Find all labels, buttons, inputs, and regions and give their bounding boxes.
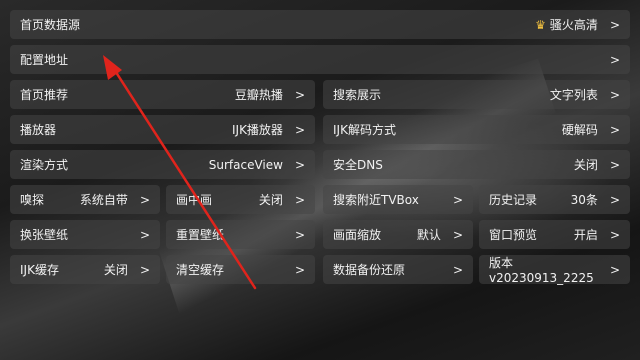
chevron-right-icon: > xyxy=(294,157,305,172)
chevron-right-icon: > xyxy=(452,262,463,277)
setting-value: 文字列表 xyxy=(549,88,598,102)
setting-ijk-cache[interactable]: IJK缓存 关闭 > xyxy=(10,255,160,284)
setting-label: 数据备份还原 xyxy=(333,263,406,277)
chevron-right-icon: > xyxy=(609,122,620,137)
setting-label: 换张壁纸 xyxy=(20,228,69,242)
setting-value-wrap: 系统自带 > xyxy=(80,191,150,208)
setting-change-wallpaper[interactable]: 换张壁纸 > xyxy=(10,220,160,249)
setting-label: 重置壁纸 xyxy=(176,228,225,242)
setting-value: 默认 xyxy=(416,228,441,242)
setting-label: IJK解码方式 xyxy=(333,123,396,137)
setting-label: 首页推荐 xyxy=(20,88,69,102)
chevron-right-icon: > xyxy=(609,227,620,242)
chevron-right-icon: > xyxy=(294,192,305,207)
setting-label: 画中画 xyxy=(176,193,213,207)
setting-label: 历史记录 xyxy=(489,193,538,207)
setting-value-wrap: 默认 > xyxy=(417,226,463,243)
chevron-right-icon: > xyxy=(609,262,620,277)
setting-label: 版本v20230913_2225 xyxy=(489,256,594,285)
setting-data-backup-restore[interactable]: 数据备份还原 > xyxy=(323,255,473,284)
setting-history[interactable]: 历史记录 30条 > xyxy=(479,185,630,214)
chevron-right-icon: > xyxy=(452,192,463,207)
setting-value: 硬解码 xyxy=(561,123,598,137)
setting-value-wrap: > xyxy=(598,263,620,277)
setting-label: 播放器 xyxy=(20,123,57,137)
chevron-right-icon: > xyxy=(294,262,305,277)
setting-home-source[interactable]: 首页数据源 ♛ 骚火高清 > xyxy=(10,10,630,39)
setting-label: 首页数据源 xyxy=(20,18,81,32)
chevron-right-icon: > xyxy=(452,227,463,242)
chevron-right-icon: > xyxy=(609,17,620,32)
setting-value-wrap: 关闭 > xyxy=(104,261,150,278)
chevron-right-icon: > xyxy=(139,262,150,277)
setting-value: IJK播放器 xyxy=(231,123,283,137)
setting-value: 骚火高清 xyxy=(549,18,598,32)
setting-config-address[interactable]: 配置地址 > xyxy=(10,45,630,74)
setting-value-wrap: > xyxy=(128,228,150,242)
chevron-right-icon: > xyxy=(139,192,150,207)
setting-label: 安全DNS xyxy=(333,158,383,172)
setting-value-wrap: > xyxy=(283,263,305,277)
crown-icon: ♛ xyxy=(535,17,546,32)
setting-ijk-decode[interactable]: IJK解码方式 硬解码 > xyxy=(323,115,630,144)
setting-clear-cache[interactable]: 清空缓存 > xyxy=(166,255,315,284)
setting-search-display[interactable]: 搜索展示 文字列表 > xyxy=(323,80,630,109)
setting-value: SurfaceView xyxy=(208,157,283,172)
setting-value: 豆瓣热播 xyxy=(234,88,283,102)
setting-value: 系统自带 xyxy=(79,193,128,207)
setting-picture-scale[interactable]: 画面缩放 默认 > xyxy=(323,220,473,249)
setting-value: 关闭 xyxy=(103,263,128,277)
setting-player[interactable]: 播放器 IJK播放器 > xyxy=(10,115,315,144)
setting-value-wrap: > xyxy=(283,228,305,242)
chevron-right-icon: > xyxy=(609,157,620,172)
setting-pip[interactable]: 画中画 关闭 > xyxy=(166,185,315,214)
chevron-right-icon: > xyxy=(294,87,305,102)
setting-value: 关闭 xyxy=(573,158,598,172)
setting-value: 关闭 xyxy=(258,193,283,207)
chevron-right-icon: > xyxy=(609,52,620,67)
setting-window-preview[interactable]: 窗口预览 开启 > xyxy=(479,220,630,249)
setting-label: 渲染方式 xyxy=(20,158,69,172)
setting-value-wrap: 关闭 > xyxy=(259,191,305,208)
setting-value-wrap: IJK播放器 > xyxy=(232,121,305,138)
setting-label: 窗口预览 xyxy=(489,228,538,242)
setting-value-wrap: 开启 > xyxy=(574,226,620,243)
chevron-right-icon: > xyxy=(294,227,305,242)
setting-search-nearby-tvbox[interactable]: 搜索附近TVBox > xyxy=(323,185,473,214)
setting-value-wrap: 文字列表 > xyxy=(550,86,620,103)
setting-value-wrap: 30条 > xyxy=(571,191,620,208)
chevron-right-icon: > xyxy=(139,227,150,242)
setting-label: 搜索附近TVBox xyxy=(333,193,419,207)
setting-label: 搜索展示 xyxy=(333,88,382,102)
setting-reset-wallpaper[interactable]: 重置壁纸 > xyxy=(166,220,315,249)
chevron-right-icon: > xyxy=(609,87,620,102)
setting-label: 画面缩放 xyxy=(333,228,382,242)
setting-label: IJK缓存 xyxy=(20,263,59,277)
setting-sniff[interactable]: 嗅探 系统自带 > xyxy=(10,185,160,214)
setting-value-wrap: 硬解码 > xyxy=(562,121,620,138)
setting-value: 开启 xyxy=(573,228,598,242)
setting-value-wrap: > xyxy=(598,53,620,67)
setting-label: 配置地址 xyxy=(20,53,69,67)
setting-home-recommend[interactable]: 首页推荐 豆瓣热播 > xyxy=(10,80,315,109)
setting-value: 30条 xyxy=(570,193,598,207)
chevron-right-icon: > xyxy=(294,122,305,137)
setting-value-wrap: > xyxy=(441,193,463,207)
setting-value-wrap: 豆瓣热播 > xyxy=(235,86,305,103)
setting-value-wrap: > xyxy=(441,263,463,277)
setting-secure-dns[interactable]: 安全DNS 关闭 > xyxy=(323,150,630,179)
setting-value-wrap: SurfaceView > xyxy=(209,158,305,172)
setting-render-mode[interactable]: 渲染方式 SurfaceView > xyxy=(10,150,315,179)
setting-label: 嗅探 xyxy=(20,193,45,207)
setting-version[interactable]: 版本v20230913_2225 > xyxy=(479,255,630,285)
setting-value-wrap: 关闭 > xyxy=(574,156,620,173)
setting-value-wrap: ♛ 骚火高清 > xyxy=(535,16,620,33)
setting-label: 清空缓存 xyxy=(176,263,225,277)
chevron-right-icon: > xyxy=(609,192,620,207)
